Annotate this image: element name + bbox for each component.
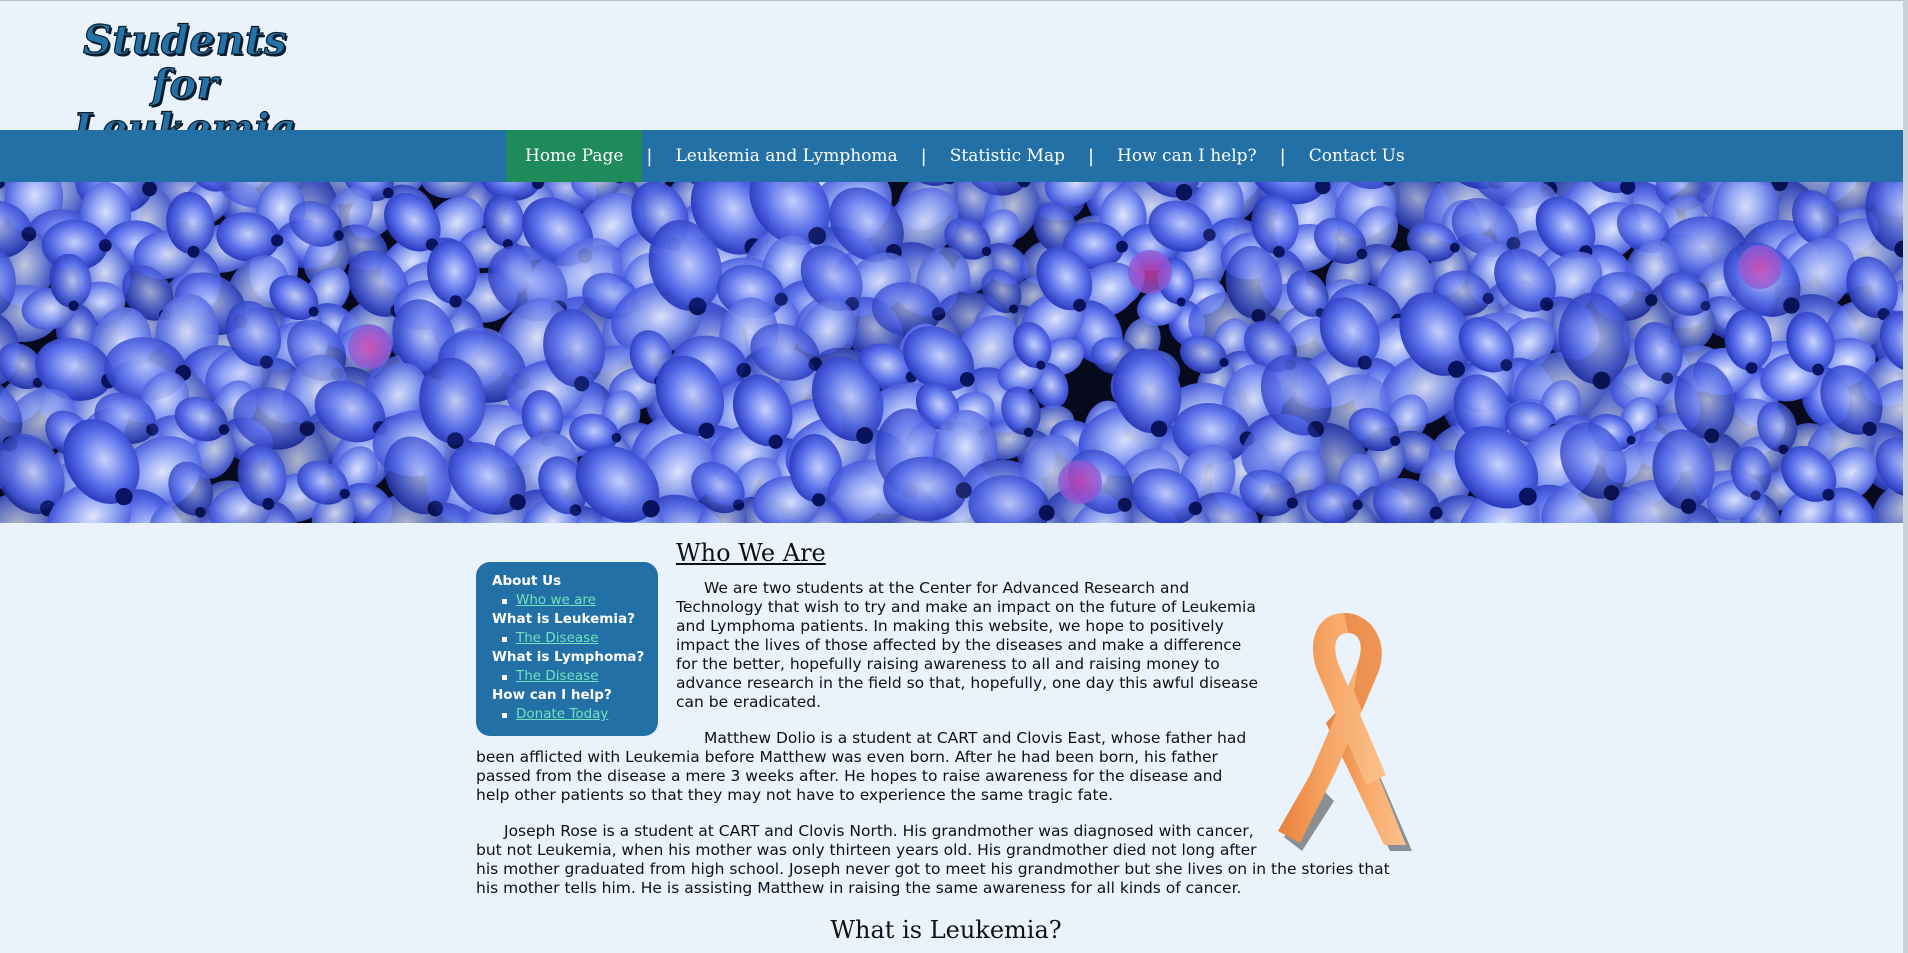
nav-separator: | bbox=[646, 145, 653, 167]
nav-how-can-i-help[interactable]: How can I help? bbox=[1098, 130, 1276, 182]
nav-separator: | bbox=[1279, 145, 1286, 167]
nav-statistic-map[interactable]: Statistic Map bbox=[931, 130, 1084, 182]
sidebar-list-item: Donate Today bbox=[502, 705, 658, 724]
awareness-ribbon-image bbox=[1278, 613, 1412, 851]
sidebar-menu: About Us Who we are What is Leukemia? Th… bbox=[476, 562, 658, 736]
sidebar-link-leukemia-disease[interactable]: The Disease bbox=[516, 630, 599, 646]
nav-separator: | bbox=[1087, 145, 1095, 167]
site-header: Students for Leukemia bbox=[0, 1, 1908, 151]
sidebar-heading-what-is-lymphoma: What is Lymphoma? bbox=[492, 649, 645, 665]
nav-contact-us[interactable]: Contact Us bbox=[1290, 130, 1424, 182]
window-edge bbox=[1903, 0, 1908, 953]
sidebar-list-item: Who we are bbox=[502, 591, 658, 610]
nav-home-page[interactable]: Home Page bbox=[506, 130, 643, 182]
sidebar-list: The Disease bbox=[492, 629, 658, 648]
sidebar-list: The Disease bbox=[492, 667, 658, 686]
logo-line-1: Students for bbox=[82, 17, 287, 108]
hydrangea-flowers-image bbox=[0, 182, 1903, 523]
sidebar-list: Who we are bbox=[492, 591, 658, 610]
sidebar-link-donate-today[interactable]: Donate Today bbox=[516, 706, 608, 722]
sidebar-link-lymphoma-disease[interactable]: The Disease bbox=[516, 668, 599, 684]
nav-items: Home Page | Leukemia and Lymphoma | Stat… bbox=[506, 130, 1424, 182]
main-content: About Us Who we are What is Leukemia? Th… bbox=[476, 535, 1416, 953]
nav-leukemia-and-lymphoma[interactable]: Leukemia and Lymphoma bbox=[656, 130, 916, 182]
sidebar-link-who-we-are[interactable]: Who we are bbox=[516, 592, 596, 608]
sidebar-list: Donate Today bbox=[492, 705, 658, 724]
sidebar-list-item: The Disease bbox=[502, 667, 658, 686]
nav-separator: | bbox=[920, 145, 927, 167]
main-nav: Home Page | Leukemia and Lymphoma | Stat… bbox=[0, 130, 1903, 182]
section-title-what-is-leukemia: What is Leukemia? bbox=[830, 916, 1062, 944]
sidebar-list-item: The Disease bbox=[502, 629, 658, 648]
sidebar-heading-about-us: About Us bbox=[492, 573, 562, 589]
hero-banner-image bbox=[0, 182, 1903, 523]
sidebar-heading-what-is-leukemia: What is Leukemia? bbox=[492, 611, 635, 627]
sidebar-heading-how-can-i-help: How can I help? bbox=[492, 687, 612, 703]
